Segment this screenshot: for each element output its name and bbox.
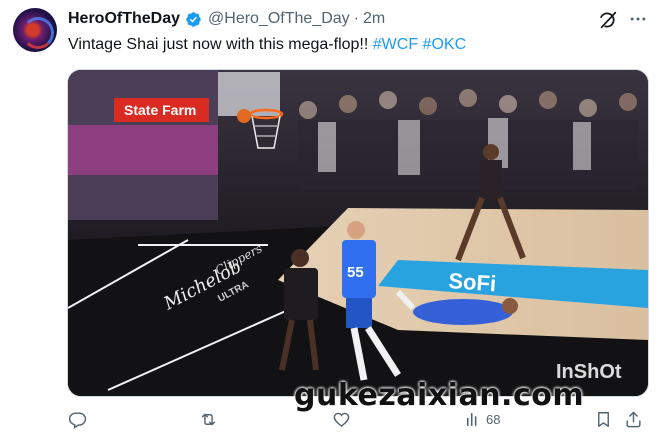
hashtag-wcf[interactable]: #WCF bbox=[373, 36, 418, 53]
video-frame: State Farm SoFi Michelob Clippers ULTRA bbox=[68, 70, 648, 396]
reply-icon bbox=[68, 412, 87, 429]
share-button[interactable] bbox=[624, 410, 643, 429]
jersey-number: 55 bbox=[347, 264, 364, 281]
avatar[interactable] bbox=[13, 8, 57, 52]
state-farm-sign: State Farm bbox=[114, 98, 209, 122]
views-count: 68 bbox=[486, 412, 501, 427]
tweet-header: HeroOfTheDay @Hero_OfThe_Day · 2m bbox=[68, 9, 385, 29]
bookmark-button[interactable] bbox=[594, 410, 613, 429]
sofi-text: SoFi bbox=[448, 268, 497, 296]
author-name[interactable]: HeroOfTheDay bbox=[68, 10, 180, 28]
verified-badge-icon bbox=[186, 11, 201, 27]
tweet-text: Vintage Shai just now with this mega-flo… bbox=[68, 35, 466, 55]
state-farm-text: State Farm bbox=[124, 102, 196, 118]
separator-dot: · bbox=[353, 10, 359, 27]
author-handle[interactable]: @Hero_OfThe_Day bbox=[208, 10, 350, 28]
site-watermark: gukezaixian.com bbox=[294, 378, 585, 413]
repost-icon bbox=[201, 413, 216, 426]
grok-icon[interactable] bbox=[597, 9, 619, 31]
reply-button[interactable] bbox=[68, 410, 91, 429]
hashtag-okc[interactable]: #OKC bbox=[423, 36, 467, 53]
repost-button[interactable] bbox=[199, 410, 222, 429]
tweet-media[interactable]: State Farm SoFi Michelob Clippers ULTRA bbox=[67, 69, 649, 397]
share-icon bbox=[626, 411, 641, 428]
timestamp[interactable]: 2m bbox=[363, 10, 385, 28]
more-options-icon[interactable] bbox=[624, 5, 652, 33]
bookmark-icon bbox=[598, 412, 609, 427]
tweet-body: Vintage Shai just now with this mega-flo… bbox=[68, 36, 369, 53]
